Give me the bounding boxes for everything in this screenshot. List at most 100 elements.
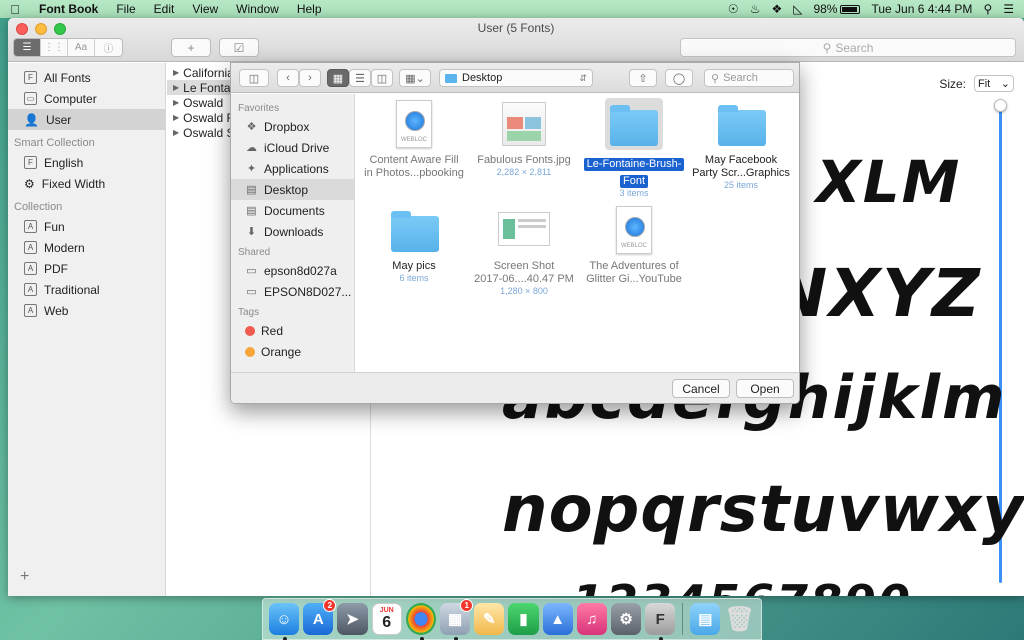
dialog-footer: Cancel Open [231,372,799,403]
menu-app-name[interactable]: Font Book [30,2,107,16]
spotlight-icon[interactable]: ⚲ [983,2,992,16]
file-item[interactable]: WEBLOC Content Aware Fill in Photos...pb… [359,98,469,180]
sidebar-item-downloads[interactable]: ⬇ Downloads [231,221,354,242]
repertoire-view-icon[interactable]: ⋮⋮ [41,39,68,56]
clock[interactable]: Tue Jun 6 4:44 PM [871,2,972,16]
sidebar-item-tag-orange[interactable]: Orange [231,341,354,362]
preview-icon[interactable]: ▦ 1 [440,599,474,640]
toggle-sidebar-button[interactable]: ◫ [239,69,269,87]
info-view-icon[interactable]: ⓘ [95,39,122,56]
dock: ☺ A2 ➤ JUN 6 ▦ 1 ✎ ▮ ▲ ♫ ⚙ F ▤ 🗑 [262,598,762,640]
sidebar-section-favorites: Favorites [238,103,280,114]
sidebar-item-modern[interactable]: A Modern [8,237,165,258]
webloc-file-icon: WEBLOC [606,204,662,256]
disclosure-triangle-icon[interactable]: ▶ [173,113,179,122]
disclosure-triangle-icon[interactable]: ▶ [173,68,179,77]
downloads-stack-icon[interactable]: ▤ [690,603,721,635]
back-button[interactable]: ‹ [277,69,299,87]
sidebar-item-fun[interactable]: A Fun [8,216,165,237]
sidebar-item-dropbox[interactable]: ❖ Dropbox [231,116,354,137]
sidebar-item-documents[interactable]: ▤ Documents [231,200,354,221]
keynote-icon[interactable]: ▲ [542,603,573,635]
enable-font-button[interactable]: ☑ [219,38,259,57]
sidebar-item-desktop[interactable]: ▤ Desktop [231,179,354,200]
column-view-button[interactable]: ◫ [371,69,393,87]
system-preferences-icon[interactable]: ⚙ [610,603,642,635]
sidebar-item-shared-device[interactable]: ▭ EPSON8D027... [231,281,354,302]
file-item[interactable]: May Facebook Party Scr...Graphics 25 ite… [686,98,796,191]
sidebar-item-pdf[interactable]: A PDF [8,258,165,279]
dialog-search-input[interactable]: ⚲ Search [704,69,794,87]
forward-button[interactable]: › [299,69,321,87]
size-slider-knob[interactable] [994,99,1007,112]
font-book-icon[interactable]: F [645,603,676,640]
flame-icon[interactable]: ♨ [750,2,761,16]
cloud-icon: ☁ [246,142,257,154]
size-control: Size: Fit ⌄ [939,75,1014,92]
sidebar-item-applications[interactable]: ✦ Applications [231,158,354,179]
menu-help[interactable]: Help [288,2,331,16]
sidebar-item-computer[interactable]: ▭ Computer [8,88,165,109]
custom-view-icon[interactable]: Aa [68,39,95,56]
menu-edit[interactable]: Edit [145,2,184,16]
wifi-icon[interactable]: ◺ [793,2,802,16]
chrome-icon[interactable] [405,603,437,640]
itunes-icon[interactable]: ♫ [576,603,607,635]
battery-status[interactable]: 98% [813,2,861,16]
notification-center-icon[interactable]: ☰ [1003,2,1014,16]
sidebar-item-traditional[interactable]: A Traditional [8,279,165,300]
file-item[interactable]: Screen Shot 2017-06....40.47 PM 1,280 × … [469,204,579,297]
webloc-file-icon: WEBLOC [386,98,442,150]
file-item[interactable]: WEBLOC The Adventures of Glitter Gi...Yo… [579,204,689,286]
search-input[interactable]: ⚲ Search [680,38,1016,57]
open-button[interactable]: Open [736,379,794,398]
file-item-selected[interactable]: Le-Fontaine-Brush- Font 3 items [579,98,689,199]
disclosure-triangle-icon[interactable]: ▶ [173,128,179,137]
trash-icon[interactable]: 🗑 [724,603,754,635]
arrange-button[interactable]: ▦⌄ [399,69,431,87]
pages-icon[interactable]: ✎ [474,603,505,635]
menu-window[interactable]: Window [227,2,288,16]
dropbox-icon[interactable]: ❖ [771,2,782,16]
file-item[interactable]: Fabulous Fonts.jpg 2,282 × 2,811 [469,98,579,178]
user-icon: 👤 [24,112,39,127]
disclosure-triangle-icon[interactable]: ▶ [173,98,179,107]
sample-view-icon[interactable]: ☰ [14,39,41,56]
launchpad-icon[interactable]: ➤ [337,603,368,635]
add-font-button[interactable]: + [171,38,211,57]
file-item[interactable]: May pics 6 items [359,204,469,284]
sidebar-item-label: Desktop [264,182,309,197]
onepassword-icon[interactable]: ☉ [728,2,739,16]
location-popup[interactable]: Desktop ⇵ [439,69,593,87]
size-value: Fit [978,77,991,90]
apple-menu-icon[interactable]:  [0,2,30,17]
size-select[interactable]: Fit ⌄ [974,75,1014,92]
list-view-button[interactable]: ☰ [349,69,371,87]
file-name: May Facebook Party Scr...Graphics [686,154,796,180]
share-button[interactable]: ⇧ [629,69,657,87]
chevron-left-icon: ‹ [286,72,290,84]
sidebar-item-web[interactable]: A Web [8,300,165,321]
sidebar-item-shared-device[interactable]: ▭ epson8d027a [231,260,354,281]
sidebar-item-tag-red[interactable]: Red [231,320,354,341]
sidebar-item-all-fonts[interactable]: F All Fonts [8,67,165,88]
sidebar-item-fixed-width[interactable]: ⚙ Fixed Width [8,173,165,194]
search-placeholder: Search [835,40,874,55]
finder-icon[interactable]: ☺ [269,603,300,640]
calendar-icon[interactable]: JUN 6 [371,603,402,635]
sidebar-item-user[interactable]: 👤 User [8,109,165,130]
tags-button[interactable]: ◯ [665,69,693,87]
collection-icon: A [24,262,37,275]
cancel-button[interactable]: Cancel [672,379,730,398]
sidebar-item-label: English [44,155,84,170]
add-collection-button[interactable]: + [20,568,29,586]
menu-file[interactable]: File [107,2,144,16]
disclosure-triangle-icon[interactable]: ▶ [173,83,179,92]
icon-view-button[interactable]: ▦ [327,69,349,87]
numbers-icon[interactable]: ▮ [508,603,539,635]
sidebar-item-icloud-drive[interactable]: ☁ iCloud Drive [231,137,354,158]
file-meta: 25 items [723,180,758,190]
sidebar-item-english[interactable]: F English [8,152,165,173]
app-store-icon[interactable]: A2 [303,599,337,635]
menu-view[interactable]: View [183,2,227,16]
